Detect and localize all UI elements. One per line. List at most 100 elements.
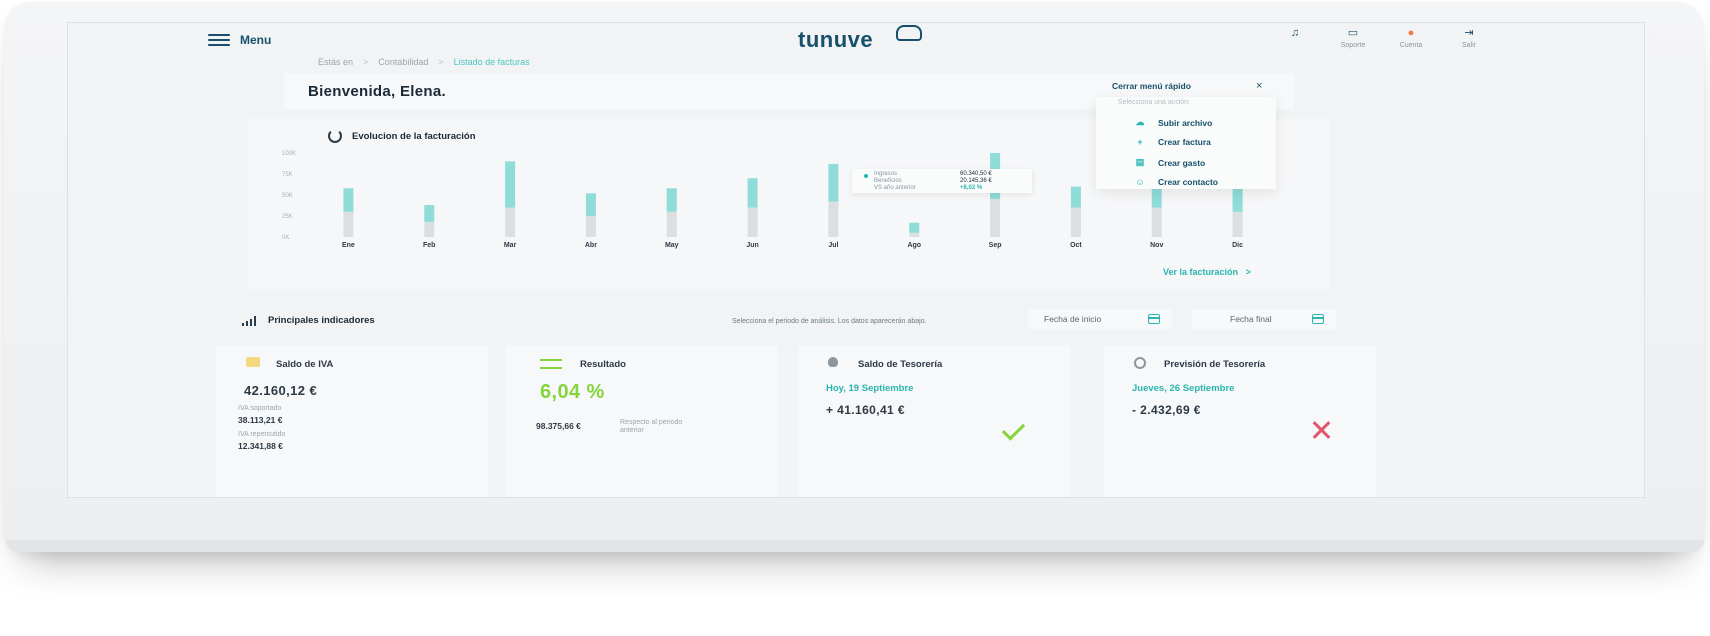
upload-file-button[interactable]: ☁ Subir archivo [1134, 117, 1213, 128]
top-actions: ♫ ▭ Soporte ● Cuenta ⇥ Salir [1276, 27, 1488, 49]
see-billing-link[interactable]: Ver la facturación > [1163, 267, 1251, 277]
x-tick-label: Abr [585, 242, 597, 249]
tooltip-bullet [864, 174, 868, 178]
bar-base[interactable] [1232, 211, 1243, 237]
chart-header: Evolucion de la facturación [328, 129, 476, 143]
account-icon: ● [1407, 27, 1415, 39]
create-invoice-button[interactable]: + Crear factura [1134, 137, 1211, 147]
menu-button[interactable]: Menu [208, 33, 271, 47]
bar-base[interactable] [424, 221, 435, 237]
notifications-button[interactable]: ♫ [1276, 27, 1314, 49]
wallet-icon [246, 357, 260, 367]
kpi-title: Saldo de Tesorería [858, 359, 943, 370]
end-date-field[interactable]: Fecha final [1192, 309, 1336, 329]
kpi-sub-label: IVA repercutido [238, 431, 286, 438]
bar-top[interactable] [505, 161, 516, 208]
bar-top[interactable] [666, 188, 677, 212]
tooltip-label: Ingresos [874, 171, 898, 177]
bar-base[interactable] [666, 211, 677, 237]
bar-base[interactable] [505, 207, 516, 237]
indicators-header: Principales indicadores [242, 315, 375, 326]
close-icon[interactable]: × [1256, 80, 1262, 92]
logo: tunuve [798, 27, 874, 52]
x-tick-label: Oct [1070, 242, 1082, 249]
chart-title: Evolucion de la facturación [352, 130, 476, 142]
tooltip-label: VS año anterior [874, 185, 916, 191]
breadcrumb-item-contabilidad[interactable]: Contabilidad [378, 57, 428, 67]
bar-base[interactable] [990, 199, 1001, 237]
start-date-field[interactable]: Fecha de inicio [1028, 309, 1172, 329]
logout-button[interactable]: ⇥ Salir [1450, 27, 1488, 49]
money-bag-icon [828, 357, 838, 367]
x-tick-label: Feb [423, 242, 435, 249]
tooltip-label: Beneficios [874, 178, 902, 184]
bar-top[interactable] [424, 205, 435, 222]
create-contact-label: Crear contacto [1158, 177, 1218, 187]
kpi-value: 42.160,12 € [244, 383, 318, 398]
bar-top[interactable] [747, 178, 758, 208]
kpi-date: Jueves, 26 Septiembre [1132, 383, 1235, 394]
magnifier-icon [1134, 357, 1146, 369]
calendar-icon [1312, 314, 1324, 324]
bar-top[interactable] [585, 193, 596, 216]
kpi-sub-label: Respecto al periodo anterior [620, 419, 683, 434]
kpi-sub-value: 38.113,21 € [238, 415, 283, 425]
kpi-date: Hoy, 19 Septiembre [826, 383, 914, 394]
kpi-card-tesoreria: Saldo de Tesorería Hoy, 19 Septiembre + … [798, 345, 1070, 497]
bar-top[interactable] [828, 163, 839, 202]
breadcrumb-item-current: Listado de facturas [453, 57, 530, 67]
logo-cloud-icon [896, 25, 922, 41]
calendar-icon [1148, 314, 1160, 324]
page-title: Bienvenida, Elena. [308, 83, 446, 100]
create-expense-button[interactable]: ▤ Crear gasto [1134, 157, 1206, 168]
tooltip-value: +8,02 % [960, 185, 983, 191]
bar-top[interactable] [1151, 186, 1162, 208]
x-tick-label: Mar [504, 242, 517, 249]
kpi-sub-value: 12.341,88 € [238, 441, 283, 451]
support-button[interactable]: ▭ Soporte [1334, 27, 1372, 49]
create-expense-label: Crear gasto [1158, 157, 1206, 168]
kpi-value: 6,04 % [540, 381, 605, 403]
bar-base[interactable] [343, 211, 354, 237]
bar-top[interactable] [1070, 186, 1081, 208]
y-tick-label: 75K [282, 172, 293, 178]
bar-top[interactable] [343, 188, 354, 212]
breadcrumb: Estás en > Contabilidad > Listado de fac… [318, 57, 530, 67]
signal-bars-icon [242, 315, 256, 326]
x-tick-label: Sep [989, 242, 1002, 249]
top-bar: Menu tunuve ♫ ▭ Soporte ● Cuenta ⇥ Salir [68, 23, 1644, 69]
kpi-title: Saldo de IVA [276, 359, 334, 370]
close-quick-menu-button[interactable]: Cerrar menú rápido [1112, 81, 1191, 91]
bar-top[interactable] [909, 222, 920, 233]
x-tick-label: Jun [746, 242, 758, 249]
breadcrumb-separator: > [438, 57, 444, 67]
account-button[interactable]: ● Cuenta [1392, 27, 1430, 49]
menu-label: Menu [240, 33, 272, 47]
x-tick-label: Dic [1232, 242, 1243, 249]
start-date-placeholder: Fecha de inicio [1044, 314, 1102, 324]
bell-icon: ♫ [1290, 27, 1300, 39]
bar-base[interactable] [828, 201, 839, 237]
bar-base[interactable] [585, 216, 596, 237]
bar-base[interactable] [1151, 207, 1162, 237]
x-tick-label: May [665, 242, 679, 249]
kpi-card-iva: Saldo de IVA 42.160,12 € IVA soportado 3… [216, 345, 488, 497]
tooltip-value: 60.340,50 € [960, 171, 992, 177]
pie-chart-icon [328, 129, 342, 143]
bar-top[interactable] [1232, 186, 1243, 212]
contact-icon: ☺ [1135, 177, 1145, 187]
bar-base[interactable] [909, 232, 920, 237]
x-tick-label: Ago [907, 242, 921, 249]
upload-cloud-icon: ☁ [1135, 117, 1145, 127]
create-contact-button[interactable]: ☺ Crear contacto [1134, 177, 1218, 187]
bar-base[interactable] [1070, 207, 1081, 237]
y-tick-label: 25K [282, 214, 293, 220]
tablet-edge [6, 540, 1704, 552]
x-tick-label: Ene [342, 242, 355, 249]
tooltip-value: 20.145,36 € [960, 178, 992, 184]
bar-base[interactable] [747, 207, 758, 237]
support-label: Soporte [1340, 42, 1366, 49]
support-icon: ▭ [1347, 27, 1359, 39]
app-screen: Menu tunuve ♫ ▭ Soporte ● Cuenta ⇥ Salir [67, 22, 1645, 498]
receipt-icon: ▤ [1135, 157, 1145, 167]
